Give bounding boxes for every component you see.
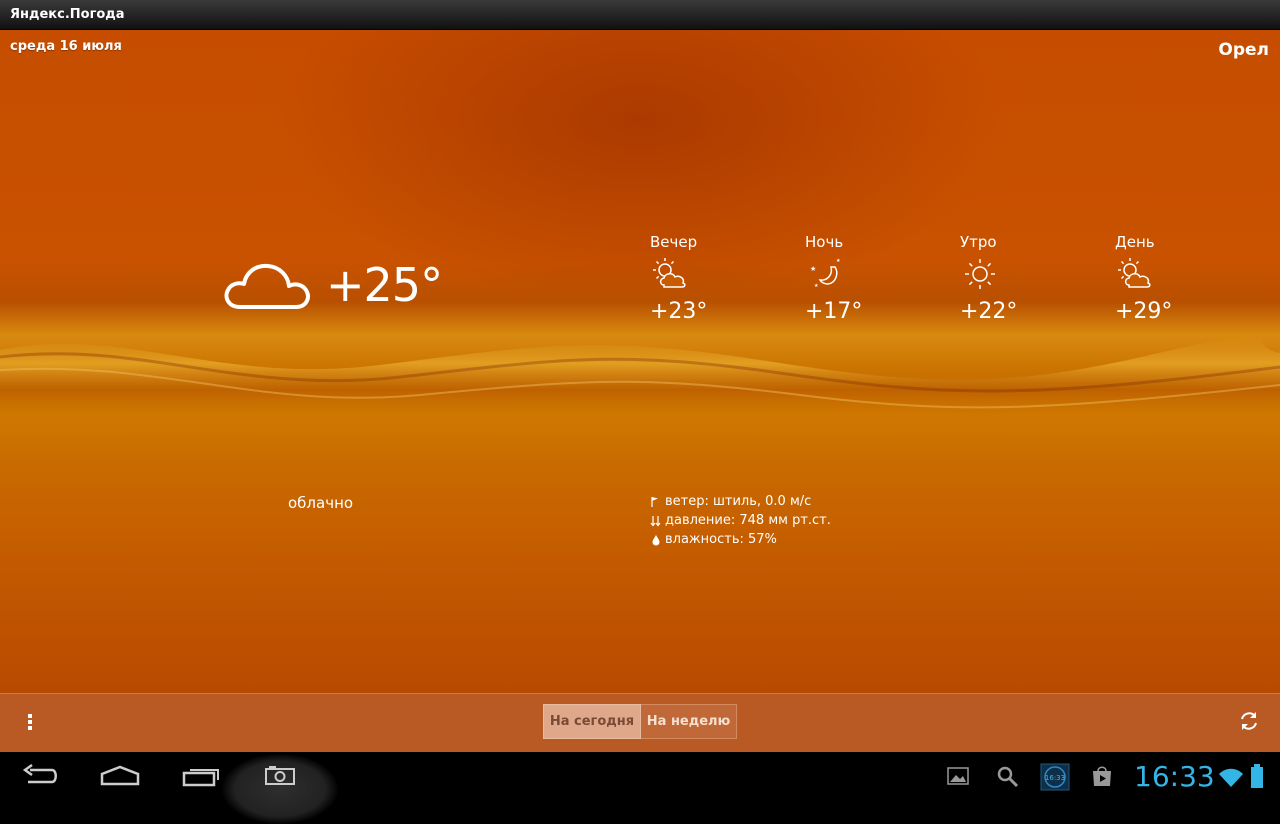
forecast-label: День xyxy=(1115,233,1155,251)
moon-stars-icon: ★ ★ ★ xyxy=(810,258,841,289)
current-weather: +25° xyxy=(222,255,443,315)
back-icon[interactable] xyxy=(22,764,58,788)
pressure-row: давление: 748 мм рт.ст. xyxy=(650,511,831,530)
gallery-icon[interactable] xyxy=(946,765,970,787)
forecast-temperature: +23° xyxy=(650,299,708,324)
humidity-row: влажность: 57% xyxy=(650,530,831,549)
humidity-text: влажность: 57% xyxy=(665,532,777,547)
wifi-icon xyxy=(1219,768,1243,787)
date-label: среда 16 июля xyxy=(10,39,122,54)
forecast-label: Ночь xyxy=(805,233,844,251)
title-bar: Яндекс.Погода xyxy=(0,0,1280,30)
svg-text:★: ★ xyxy=(836,258,841,264)
city-label[interactable]: Орел xyxy=(1218,40,1269,60)
overflow-menu-icon[interactable] xyxy=(24,712,36,732)
forecast-temperature: +22° xyxy=(960,299,1018,324)
sun-cloud-icon xyxy=(1118,258,1151,288)
tab-week[interactable]: На неделю xyxy=(641,704,737,739)
forecast-night: Ночь ★ ★ ★ +17° xyxy=(805,233,915,324)
svg-text:★: ★ xyxy=(814,283,819,289)
condition-label: облачно xyxy=(288,494,354,512)
recent-apps-icon[interactable] xyxy=(182,764,222,788)
pressure-text: давление: 748 мм рт.ст. xyxy=(665,513,831,528)
weather-main: среда 16 июля Орел +25° Вечер +23° Ночь … xyxy=(0,30,1280,693)
wind-row: ветер: штиль, 0.0 м/с xyxy=(650,492,831,511)
forecast-temperature: +17° xyxy=(805,299,863,324)
forecast-evening: Вечер +23° xyxy=(650,233,760,324)
bottom-action-bar: На сегодня На неделю xyxy=(0,693,1280,752)
forecast-temperature: +29° xyxy=(1115,299,1173,324)
camera-icon[interactable] xyxy=(264,764,296,786)
sun-cloud-icon xyxy=(653,258,686,288)
tab-today[interactable]: На сегодня xyxy=(543,704,641,739)
clock-widget-icon[interactable]: 16:33 xyxy=(1040,763,1070,791)
battery-icon xyxy=(1251,764,1263,788)
current-temperature: +25° xyxy=(326,258,443,312)
svg-text:★: ★ xyxy=(810,265,816,273)
liquid-wave-background xyxy=(0,336,1280,425)
system-navigation-bar: 16:33 16:33 xyxy=(0,752,1280,824)
weather-details: ветер: штиль, 0.0 м/с давление: 748 мм р… xyxy=(650,492,831,549)
cloud-icon xyxy=(224,263,310,309)
forecast-label: Утро xyxy=(960,233,997,251)
forecast-day: День +29° xyxy=(1115,233,1225,324)
water-drop-icon xyxy=(652,534,660,545)
forecast-morning: Утро +22° xyxy=(960,233,1070,324)
status-clock: 16:33 xyxy=(1134,760,1215,793)
app-title: Яндекс.Погода xyxy=(10,7,125,22)
sun-icon xyxy=(965,259,995,289)
refresh-icon[interactable] xyxy=(1238,710,1260,732)
pressure-arrows-icon xyxy=(650,515,661,526)
wind-flag-icon xyxy=(651,496,658,507)
search-icon[interactable] xyxy=(996,765,1020,789)
play-store-icon[interactable] xyxy=(1090,764,1114,788)
forecast-label: Вечер xyxy=(650,233,698,251)
home-icon[interactable] xyxy=(100,764,140,788)
widget-time: 16:33 xyxy=(1045,774,1065,782)
wind-text: ветер: штиль, 0.0 м/с xyxy=(665,494,812,509)
